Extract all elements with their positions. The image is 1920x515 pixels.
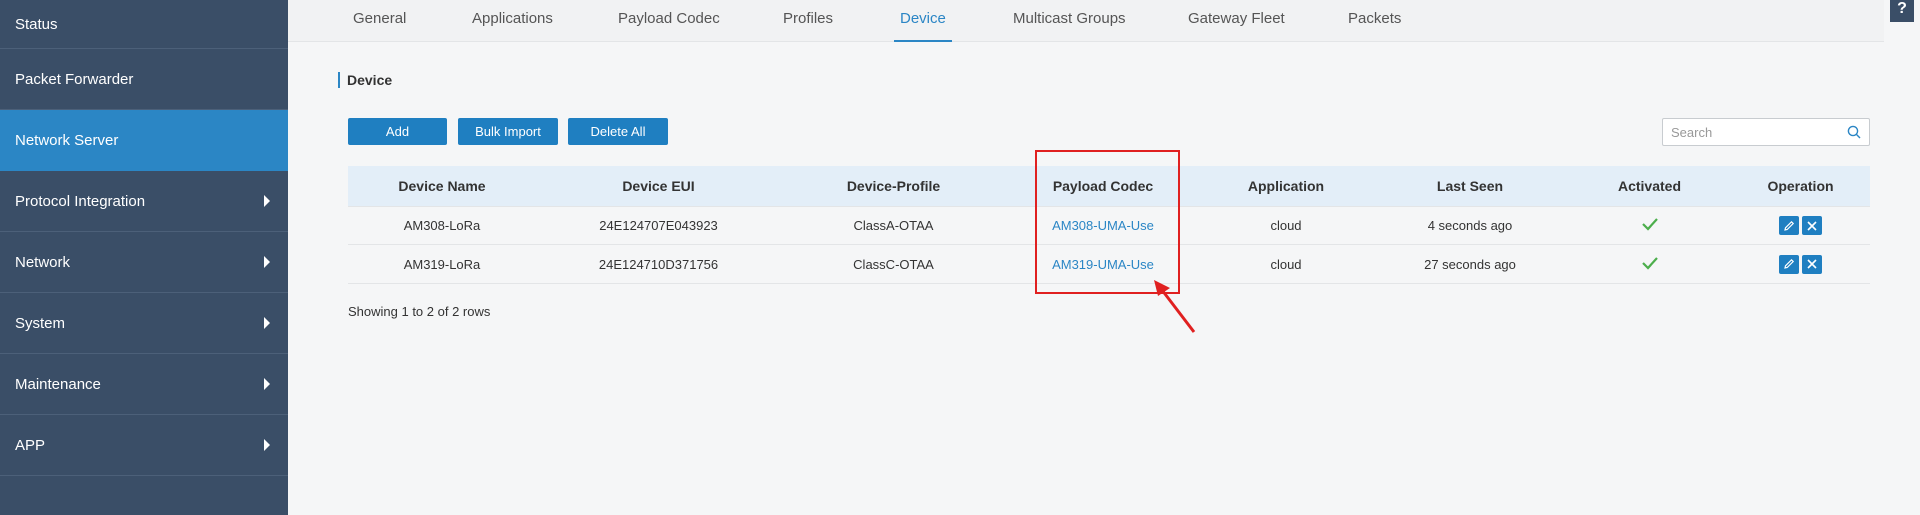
sidebar-item-app[interactable]: APP (0, 415, 288, 476)
device-eui: 24E124707E043923 (599, 218, 718, 233)
annotation-arrow-icon (1154, 280, 1196, 333)
bulk-import-button[interactable]: Bulk Import (458, 118, 558, 145)
sidebar-item-label: System (15, 314, 66, 332)
tab-profiles[interactable]: Profiles (783, 10, 833, 42)
caret-right-icon (264, 439, 270, 451)
col-device-name[interactable]: Device Name (348, 178, 536, 194)
delete-all-button[interactable]: Delete All (568, 118, 668, 145)
application: cloud (1270, 256, 1302, 272)
activated-cell (1568, 256, 1731, 273)
sidebar-item-label: Network Server (15, 131, 119, 149)
activated-cell (1568, 217, 1731, 234)
col-device-profile[interactable]: Device-Profile (781, 178, 1006, 194)
annotation-highlight-box (1035, 150, 1180, 294)
sidebar-item-packet-forwarder[interactable]: Packet Forwarder (0, 49, 288, 110)
pencil-icon (1784, 258, 1795, 269)
device-name: AM308-LoRa (403, 218, 481, 233)
col-device-eui[interactable]: Device EUI (536, 178, 781, 194)
last-seen: 27 seconds ago (1424, 256, 1516, 272)
sidebar-item-status[interactable]: Status (0, 0, 288, 49)
search-box (1662, 118, 1870, 146)
edit-button[interactable] (1779, 254, 1799, 274)
tab-multicast-groups[interactable]: Multicast Groups (1013, 10, 1126, 42)
sidebar-item-label: Status (15, 15, 58, 33)
sidebar-item-network[interactable]: Network (0, 232, 288, 293)
caret-right-icon (264, 256, 270, 268)
sidebar-item-maintenance[interactable]: Maintenance (0, 354, 288, 415)
check-icon (1641, 218, 1658, 231)
tab-applications[interactable]: Applications (472, 10, 553, 42)
delete-button[interactable] (1802, 216, 1822, 235)
col-activated[interactable]: Activated (1568, 178, 1731, 194)
sidebar-item-protocol-integration[interactable]: Protocol Integration (0, 171, 288, 232)
delete-button[interactable] (1802, 254, 1822, 274)
tab-gateway-fleet[interactable]: Gateway Fleet (1188, 10, 1285, 42)
device-name: AM319-LoRa (403, 256, 481, 272)
check-icon (1641, 256, 1658, 270)
help-button[interactable]: ? (1890, 0, 1914, 22)
application: cloud (1270, 218, 1302, 233)
sidebar-item-network-server[interactable]: Network Server (0, 110, 288, 171)
device-eui: 24E124710D371756 (598, 256, 719, 272)
close-icon (1807, 220, 1817, 231)
col-application[interactable]: Application (1200, 178, 1372, 194)
caret-right-icon (264, 195, 270, 207)
caret-right-icon (264, 378, 270, 390)
tab-bar: General Applications Payload Codec Profi… (288, 0, 1884, 42)
search-icon[interactable] (1847, 125, 1861, 139)
operation-cell (1731, 216, 1870, 235)
last-seen: 4 seconds ago (1427, 218, 1513, 233)
sidebar-item-label: Packet Forwarder (15, 70, 134, 88)
tab-payload-codec[interactable]: Payload Codec (618, 10, 720, 42)
sidebar-item-label: APP (15, 436, 46, 454)
sidebar-item-system[interactable]: System (0, 293, 288, 354)
device-profile: ClassC-OTAA (853, 256, 934, 272)
section-title: Device (338, 72, 392, 88)
sidebar-item-label: Protocol Integration (15, 192, 146, 210)
sidebar-item-label: Network (15, 253, 71, 271)
search-input[interactable] (1663, 119, 1838, 145)
sidebar-item-label: Maintenance (15, 375, 101, 393)
caret-right-icon (264, 317, 270, 329)
tab-packets[interactable]: Packets (1348, 10, 1401, 42)
tab-general[interactable]: General (353, 10, 406, 42)
tab-device[interactable]: Device (894, 10, 952, 42)
add-button[interactable]: Add (348, 118, 447, 145)
pencil-icon (1784, 220, 1795, 231)
device-profile: ClassA-OTAA (853, 218, 934, 233)
close-icon (1807, 259, 1817, 269)
col-operation: Operation (1767, 178, 1834, 194)
col-last-seen[interactable]: Last Seen (1372, 178, 1568, 194)
operation-cell (1731, 254, 1870, 274)
edit-button[interactable] (1779, 216, 1799, 235)
sidebar: Status Packet Forwarder Network Server P… (0, 0, 288, 515)
pagination-info: Showing 1 to 2 of 2 rows (348, 304, 491, 319)
